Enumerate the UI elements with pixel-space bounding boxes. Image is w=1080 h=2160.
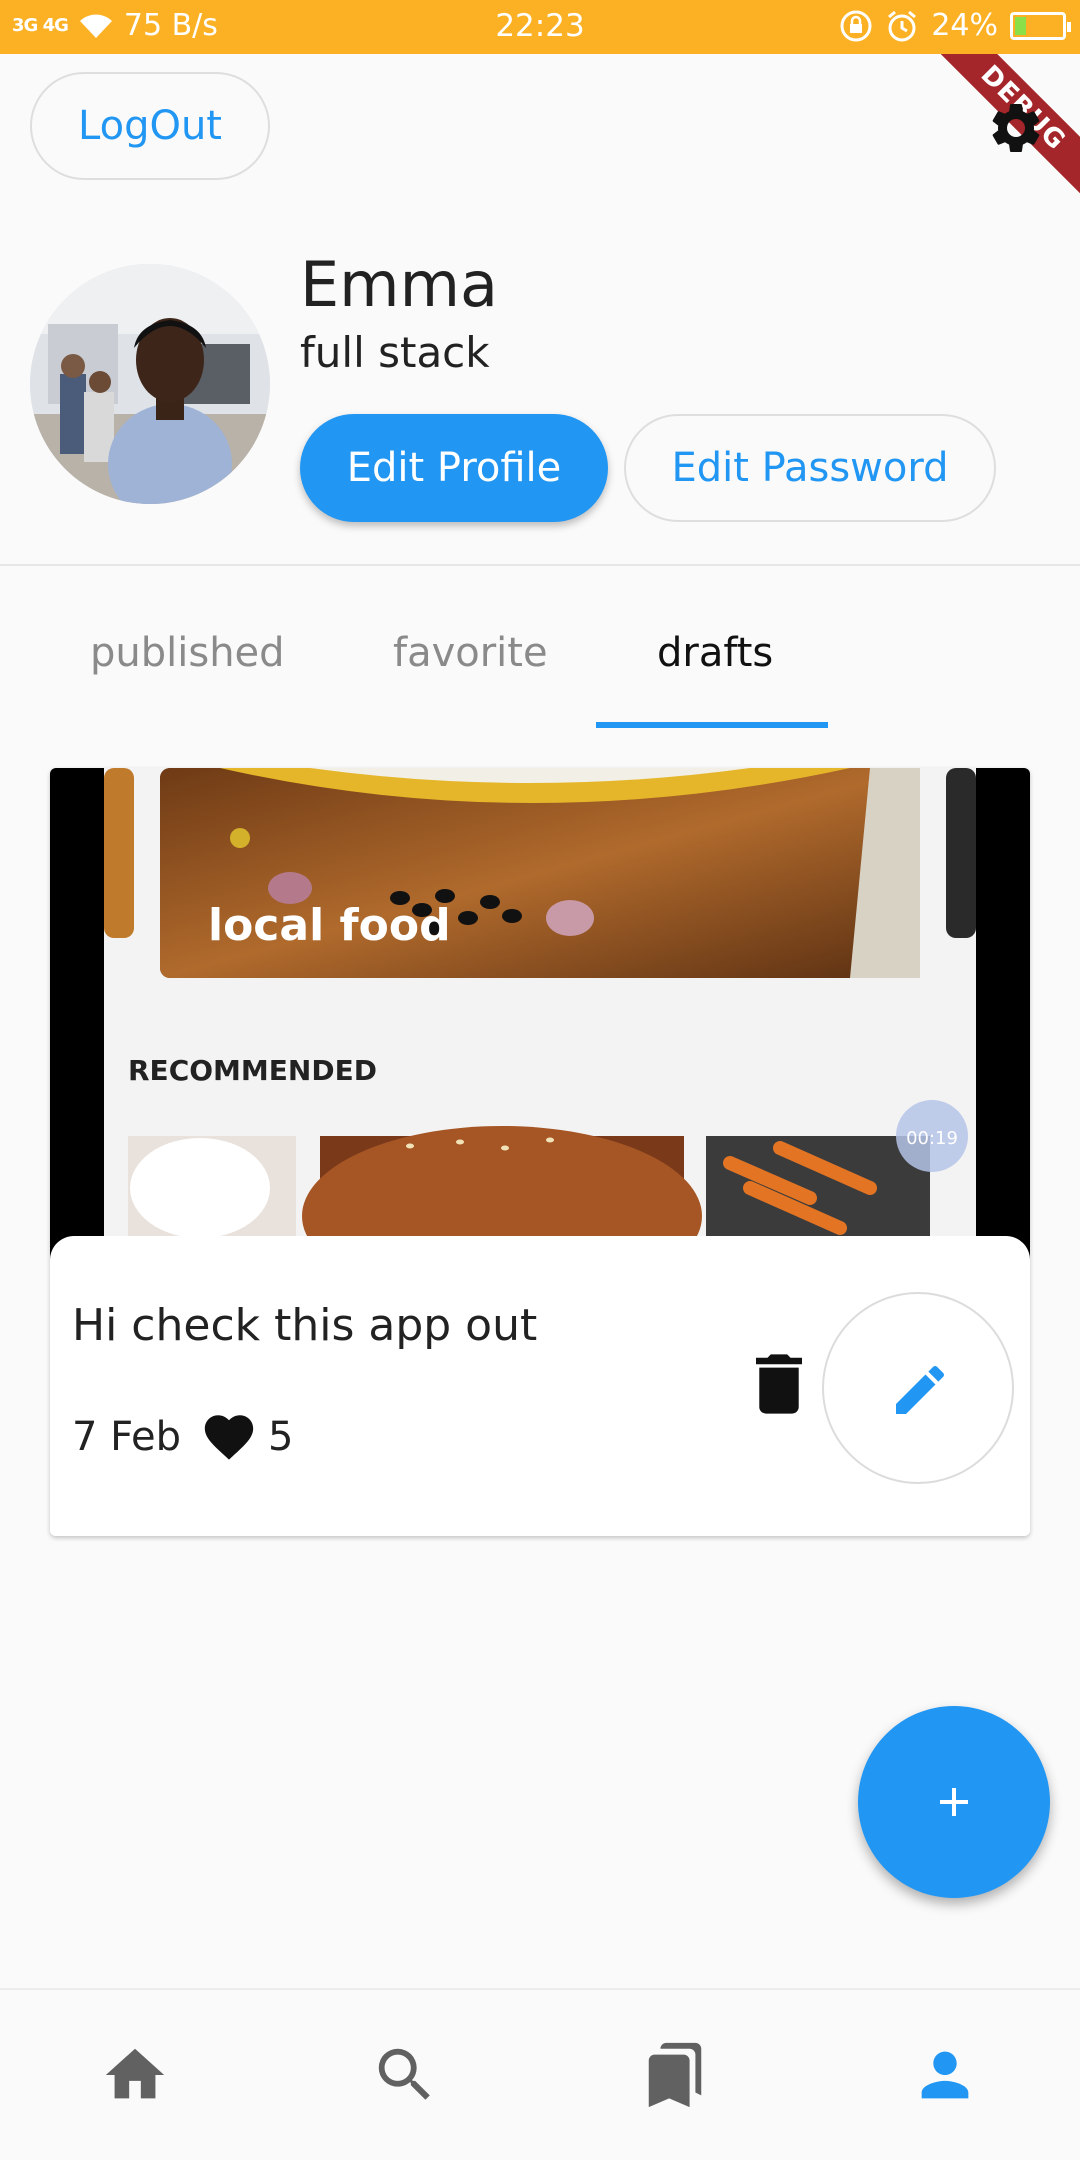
- tab-indicator: [596, 722, 828, 728]
- person-icon: [921, 2051, 969, 2099]
- bookmarks-icon: [648, 2042, 702, 2108]
- avatar: [30, 264, 270, 504]
- search-icon: [378, 2048, 430, 2100]
- draft-preview-image: local food RECOMMENDED 00:19: [50, 768, 1030, 1306]
- preview-section-label: RECOMMENDED: [128, 1054, 377, 1087]
- preview-timer-badge: 00:19: [906, 1128, 958, 1149]
- add-post-button[interactable]: [858, 1706, 1050, 1898]
- status-right: 24%: [839, 8, 1071, 43]
- edit-password-button[interactable]: Edit Password: [624, 414, 996, 522]
- lock-rotation-icon: [840, 10, 872, 41]
- nav-bookmarks[interactable]: [640, 2040, 710, 2110]
- nav-search[interactable]: [370, 2040, 440, 2110]
- preview-screenshot: local food RECOMMENDED 00:19: [50, 768, 1030, 1306]
- tab-published[interactable]: published: [90, 630, 285, 676]
- bottom-nav: [0, 1988, 1080, 2160]
- tab-favorite[interactable]: favorite: [393, 630, 548, 676]
- heart-icon[interactable]: [198, 1408, 260, 1466]
- nav-profile[interactable]: [910, 2040, 980, 2110]
- battery-percent: 24%: [931, 8, 998, 43]
- tab-drafts[interactable]: drafts: [657, 630, 773, 676]
- edit-profile-button[interactable]: Edit Profile: [300, 414, 608, 522]
- draft-card-body: Hi check this app out 7 Feb 5: [50, 1236, 1030, 1536]
- nav-home[interactable]: [100, 2040, 170, 2110]
- profile-divider: [0, 564, 1080, 566]
- profile-name: Emma: [300, 248, 498, 321]
- home-icon: [105, 2048, 165, 2099]
- profile-role: full stack: [300, 328, 490, 377]
- preview-banner-label: local food: [208, 900, 451, 951]
- pencil-icon: [896, 1365, 945, 1414]
- trash-icon[interactable]: [756, 1354, 802, 1414]
- draft-date: 7 Feb: [72, 1414, 181, 1460]
- gear-icon: [992, 103, 1040, 152]
- settings-button[interactable]: [986, 98, 1046, 158]
- like-count: 5: [268, 1414, 294, 1460]
- battery-icon: [1010, 11, 1071, 40]
- logout-button[interactable]: LogOut: [30, 72, 270, 180]
- battery-level: [1015, 16, 1027, 35]
- draft-card[interactable]: local food RECOMMENDED 00:19 Hi check th: [50, 768, 1030, 1536]
- alarm-icon: [888, 10, 917, 41]
- avatar-photo: [30, 264, 270, 504]
- draft-title[interactable]: Hi check this app out: [72, 1300, 537, 1351]
- edit-draft-button[interactable]: [822, 1292, 1014, 1484]
- status-bar: 3G 4G 75 B/s 22:23 24%: [0, 0, 1080, 54]
- plus-icon: [940, 1788, 968, 1816]
